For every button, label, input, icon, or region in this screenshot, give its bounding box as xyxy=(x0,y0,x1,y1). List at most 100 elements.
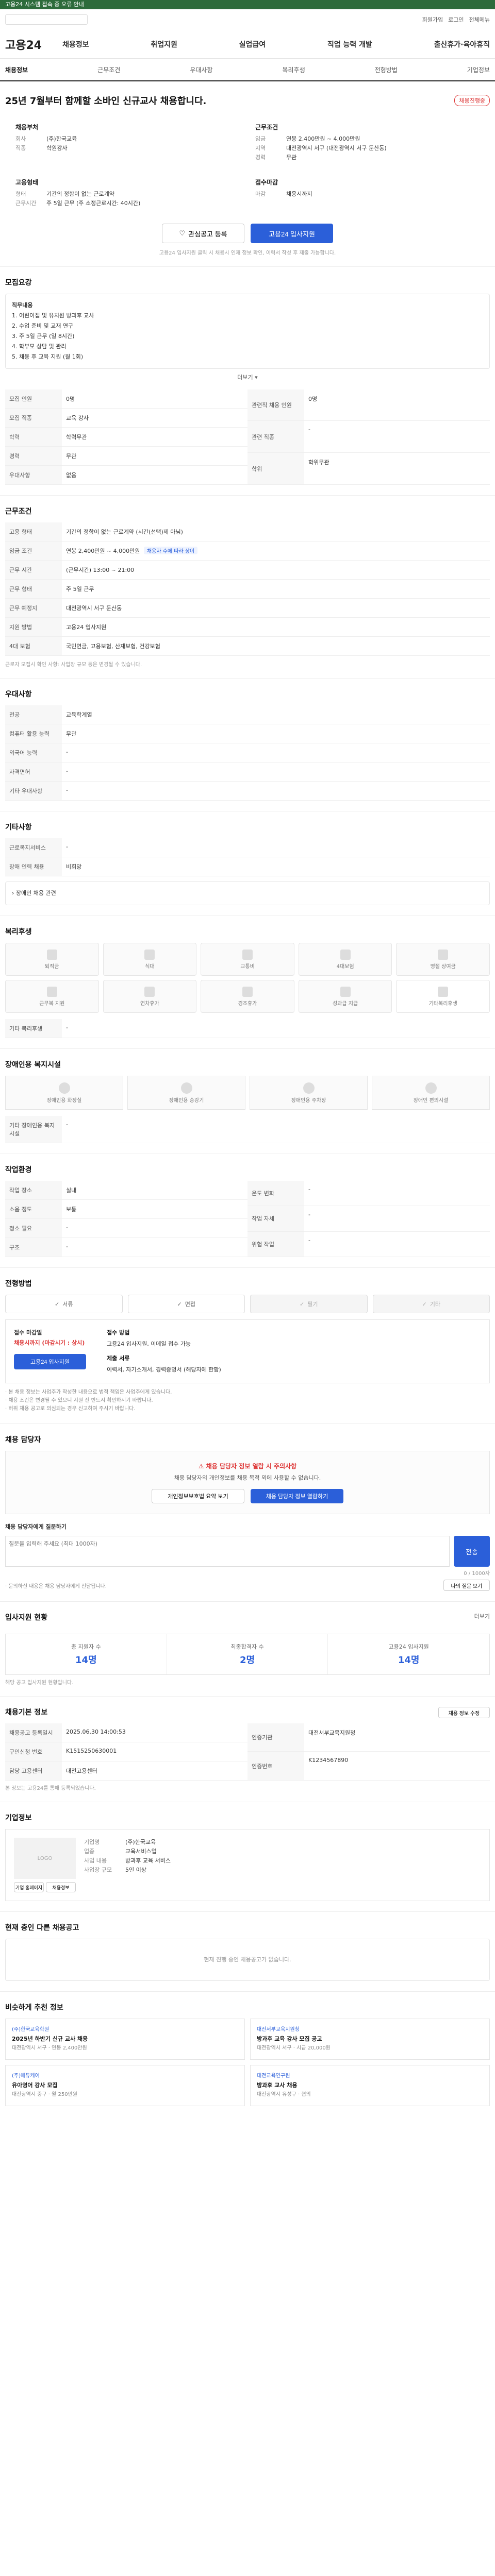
td: 교육 강사 xyxy=(62,408,248,428)
company-home-button[interactable]: 기업 홈페이지 xyxy=(14,1882,44,1892)
facility-label: 장애인용 주차장 xyxy=(291,1097,326,1104)
welfare-label: 교통비 xyxy=(240,963,255,970)
rec-card[interactable]: 대전교육연구원 방과후 교사 채용 대전광역시 유성구 · 협의 xyxy=(250,2065,490,2106)
utility-search[interactable] xyxy=(5,14,88,25)
rec-meta: 대전광역시 유성구 · 협의 xyxy=(257,2092,311,2097)
inquiry-send-button[interactable]: 전송 xyxy=(454,1536,490,1567)
pref-table: 전공 교육학계열 컴퓨터 활용 능력 무관 외국어 능력 - 자격면허 - 기타 우대사… xyxy=(5,705,490,801)
page: 고용24 시스템 접속 중 오류 안내 회원가입 로그인 전체메뉴 고용24 채… xyxy=(0,0,495,2147)
stats-more-link[interactable]: 더보기 xyxy=(474,1612,490,1629)
welfare-label: 성과급 지급 xyxy=(333,1001,358,1007)
stats-section: 입사지원 현황 더보기 총 지원자 수 14명 최종합격자 수 2명 고용24 입사… xyxy=(0,1602,495,1697)
th: 자격면허 xyxy=(5,762,62,782)
gnb-item[interactable]: 실업급여 xyxy=(239,39,266,49)
gnb-item[interactable]: 채용정보 xyxy=(62,39,89,49)
rec-title: 2025년 하반기 신규 교사 채용 xyxy=(12,2036,88,2042)
login-link[interactable]: 로그인 xyxy=(448,15,464,24)
others-section: 현재 충인 다른 채용공고 현재 진행 중인 채용공고가 없습니다. xyxy=(0,1912,495,1992)
kv-key: 직종 xyxy=(15,145,26,151)
td: 학력무관 xyxy=(62,427,248,447)
apply-deadline: 채용시까지 (마감시기 : 상시) xyxy=(14,1340,85,1346)
notice-bar[interactable]: 고용24 시스템 접속 중 오류 안내 xyxy=(0,0,495,9)
header: 고용24 채용정보 취업지원 실업급여 직업 능력 개발 출산휴가·육아휴직 xyxy=(0,30,495,59)
stat-value: 2명 xyxy=(239,1655,255,1666)
tab-recruit[interactable]: 채용정보 xyxy=(5,65,28,74)
heart-icon: ♡ xyxy=(179,229,186,237)
inquiry-textarea[interactable] xyxy=(5,1536,450,1567)
section-title: 근무조건 xyxy=(5,507,32,516)
scrap-button[interactable]: ♡ 관심공고 등록 xyxy=(162,224,244,243)
stat-value: 14명 xyxy=(398,1655,420,1666)
welfare-card: 4대보험 xyxy=(298,943,392,976)
summary-heading: 근무조건 xyxy=(255,124,278,131)
section-title: 복리후생 xyxy=(5,928,32,936)
process-step: ✓ 필기 xyxy=(250,1295,368,1313)
td: 대전광역시 서구 둔산동 xyxy=(62,598,490,618)
company-jobs-button[interactable]: 채용정보 xyxy=(46,1882,76,1892)
summary-conditions: 근무조건 임금 연봉 2,400만원 ~ 4,000만원 지역 대전광역시 서구 (… xyxy=(255,123,480,162)
td: - xyxy=(62,838,490,857)
welfare-icon xyxy=(46,949,57,960)
tab-company[interactable]: 기업정보 xyxy=(467,65,490,74)
welfare-icon xyxy=(46,986,57,997)
inquiry-heading: 채용 담당자에게 질문하기 xyxy=(5,1523,67,1530)
etc-extra[interactable]: › 장애인 채용 관련 xyxy=(5,882,490,905)
th: 관련 직종 xyxy=(248,420,304,453)
info-table-right: 인증기관 대전서부교육지원청 인증번호 K1234567890 xyxy=(248,1723,490,1781)
section-title: 기업정보 xyxy=(5,1814,32,1822)
section-title: 모집요강 xyxy=(5,279,32,287)
gnb-item[interactable]: 출산휴가·육아휴직 xyxy=(434,39,490,49)
kv-key: 업종 xyxy=(84,1848,95,1855)
th: 근무 시간 xyxy=(5,560,62,580)
privacy-summary-button[interactable]: 개인정보보호법 요약 보기 xyxy=(152,1489,244,1503)
stat-item: 고용24 입사지원 14명 xyxy=(328,1634,489,1674)
apply-button-2[interactable]: 고용24 입사지원 xyxy=(14,1354,86,1369)
kv-key: 근무시간 xyxy=(15,200,37,207)
th: 인증기관 xyxy=(248,1723,304,1752)
td: - xyxy=(304,1206,490,1232)
th: 고용 형태 xyxy=(5,522,62,541)
my-inquiry-button[interactable]: 나의 질문 보기 xyxy=(443,1580,490,1591)
summary-deadline: 접수마감 마감 채용시까지 xyxy=(255,178,480,208)
tab-welfare[interactable]: 복리후생 xyxy=(282,65,305,74)
bullet: · 본 채용 정보는 사업주가 작성한 내용으로 법적 책임은 사업주에게 있습… xyxy=(5,1389,172,1395)
step-label: 필기 xyxy=(307,1301,318,1308)
rec-card[interactable]: (주)한국교육학원 2025년 하반기 신규 교사 채용 대전광역시 서구 · 연봉… xyxy=(5,2019,245,2060)
rec-company: 대전교육연구원 xyxy=(257,2073,290,2079)
th: 위험 작업 xyxy=(248,1231,304,1258)
menu-link[interactable]: 전체메뉴 xyxy=(469,15,490,24)
edit-info-button[interactable]: 채용 정보 수정 xyxy=(438,1707,490,1718)
th: 학력 xyxy=(5,427,62,447)
gnb-item[interactable]: 취업지원 xyxy=(151,39,177,49)
process-step: ✓ 면접 xyxy=(127,1295,245,1313)
rec-card[interactable]: 대전서부교육지원청 방과후 교육 강사 모집 공고 대전광역시 서구 · 시급 20… xyxy=(250,2019,490,2060)
job-title: 25년 7월부터 함께할 소바인 신규교사 채용합니다. xyxy=(5,96,207,107)
welfare-card: 연차휴가 xyxy=(103,980,197,1013)
view-contact-button[interactable]: 채용 담당자 정보 열람하기 xyxy=(251,1489,343,1503)
rec-meta: 대전광역시 서구 · 시급 20,000원 xyxy=(257,2045,331,2051)
rec-card[interactable]: (주)에듀케어 유아영어 강사 모집 대전광역시 중구 · 월 250만원 xyxy=(5,2065,245,2106)
apply-sub-heading: 접수 방법 xyxy=(107,1329,130,1336)
td: 연봉 2,400만원 ~ 4,000만원 채용자 수에 따라 상이 xyxy=(62,541,490,561)
info-note: 본 정보는 고용24를 통해 등록되었습니다. xyxy=(5,1786,96,1791)
facility-icon xyxy=(303,1082,315,1094)
chevron-right-icon: › xyxy=(12,890,14,896)
apply-button[interactable]: 고용24 입사지원 xyxy=(251,224,333,243)
env-table-right: 온도 변화 - 작업 자세 - 위험 작업 - xyxy=(248,1181,490,1258)
td: K1234567890 xyxy=(304,1751,490,1781)
tab-conditions[interactable]: 근무조건 xyxy=(97,65,120,74)
gnb-item[interactable]: 직업 능력 개발 xyxy=(327,39,372,49)
more-label: 더보기 xyxy=(237,374,253,381)
company-logo: LOGO xyxy=(14,1838,76,1879)
th: 모집 직종 xyxy=(5,408,62,428)
td-text: 기간의 정함이 없는 근로계약 (시간(선택)제 아님) xyxy=(66,529,183,535)
tab-preference[interactable]: 우대사항 xyxy=(190,65,212,74)
signup-link[interactable]: 회원가입 xyxy=(422,15,443,24)
more-toggle[interactable]: 더보기 ▾ xyxy=(5,373,490,381)
apply-text: 이력서, 자기소개서, 경력증명서 (해당자에 한함) xyxy=(107,1366,221,1373)
logo[interactable]: 고용24 xyxy=(5,36,42,53)
process-steps: ✓ 서류 ✓ 면접 ✓ 필기 ✓ 기타 xyxy=(5,1295,490,1313)
tab-process[interactable]: 전형방법 xyxy=(375,65,398,74)
td: 기간의 정함이 없는 근로계약 (시간(선택)제 아님) xyxy=(62,522,490,541)
stat-label: 총 지원자 수 xyxy=(71,1643,101,1650)
